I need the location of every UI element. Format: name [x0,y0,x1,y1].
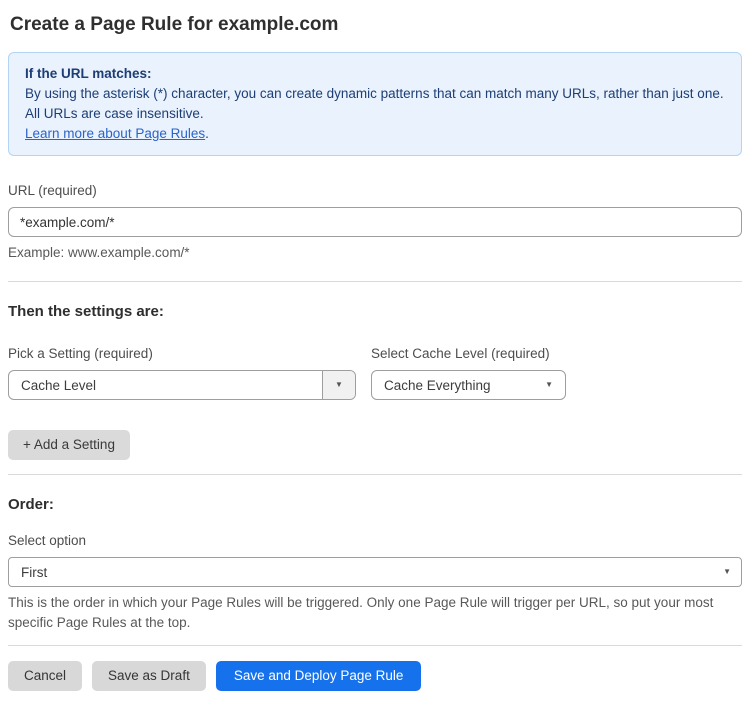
save-draft-button[interactable]: Save as Draft [92,661,206,691]
setting-select-arrow-button[interactable]: ▼ [322,371,355,399]
order-helper-text: This is the order in which your Page Rul… [8,595,714,630]
order-heading: Order: [8,496,54,513]
order-select-label: Select option [8,533,87,548]
url-example-helper: Example: www.example.com/* [8,245,190,260]
order-select-value: First [21,564,48,580]
url-input[interactable] [8,207,742,237]
url-field-label: URL (required) [8,183,97,198]
url-matches-info-box: If the URL matches: By using the asteris… [8,52,742,156]
chevron-down-icon: ▼ [335,380,343,389]
chevron-down-icon: ▼ [545,380,553,389]
setting-select[interactable]: Cache Level ▼ [8,370,356,400]
footer-actions: Cancel Save as Draft Save and Deploy Pag… [8,661,742,691]
order-select[interactable]: First ▼ [8,557,742,587]
learn-more-link[interactable]: Learn more about Page Rules [25,126,205,141]
page-title: Create a Page Rule for example.com [10,14,339,35]
cache-level-select[interactable]: Cache Everything ▼ [371,370,566,400]
settings-row: Pick a Setting (required) Cache Level ▼ … [8,345,742,400]
divider [8,645,742,646]
divider [8,281,742,282]
add-setting-button[interactable]: + Add a Setting [8,430,130,460]
pick-setting-label: Pick a Setting (required) [8,346,153,361]
info-box-body: By using the asterisk (*) character, you… [25,86,724,121]
page-rule-form: Create a Page Rule for example.com If th… [0,12,750,703]
chevron-down-icon: ▼ [723,567,731,576]
save-deploy-button[interactable]: Save and Deploy Page Rule [215,661,422,691]
setting-select-value: Cache Level [21,377,97,393]
divider [8,474,742,475]
info-box-link-line: Learn more about Page Rules. [25,124,725,144]
cache-level-label: Select Cache Level (required) [371,346,550,361]
link-suffix: . [205,126,209,141]
cache-level-column: Select Cache Level (required) Cache Ever… [371,345,566,400]
cache-level-select-value: Cache Everything [384,377,491,393]
info-box-heading: If the URL matches: [25,66,152,81]
cancel-button[interactable]: Cancel [8,661,83,691]
settings-heading: Then the settings are: [8,303,164,320]
setting-column: Pick a Setting (required) Cache Level ▼ [8,345,356,400]
